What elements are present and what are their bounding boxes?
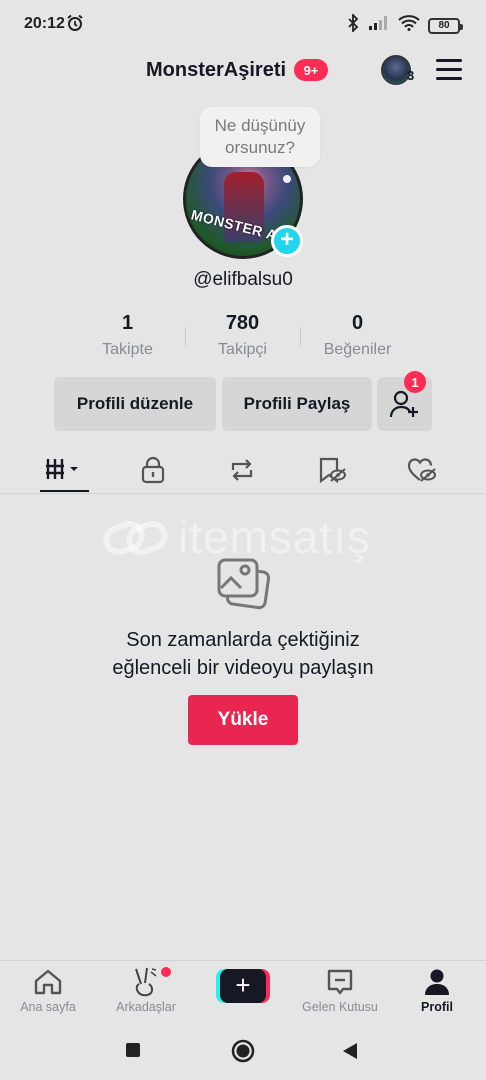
- empty-state-line-1: Son zamanlarda çektiğiniz: [126, 629, 360, 651]
- tab-reposts[interactable]: [212, 448, 272, 492]
- tab-favorites[interactable]: [302, 448, 362, 492]
- watermark-logo: [103, 520, 168, 556]
- tab-private[interactable]: [123, 448, 183, 492]
- stat-following[interactable]: 1 Takipte: [70, 312, 185, 364]
- share-profile-button[interactable]: Profili Paylaş: [222, 377, 372, 431]
- stat-value: 0: [351, 312, 364, 334]
- active-tab-indicator: [40, 490, 89, 492]
- alarm-icon: [66, 14, 84, 37]
- empty-state-message: Son zamanlarda çektiğiniz eğlenceli bir …: [0, 626, 486, 682]
- home-button[interactable]: [231, 1039, 255, 1068]
- bluetooth-icon: [346, 12, 360, 37]
- profile-handle: @elifbalsu0: [193, 269, 293, 290]
- stat-value: 780: [225, 312, 260, 334]
- lock-icon: [141, 456, 165, 484]
- nav-profile-label: Profil: [421, 1000, 453, 1014]
- content-tabs: [0, 448, 486, 494]
- nav-inbox-label: Gelen Kutusu: [302, 1000, 378, 1014]
- videos-grid-icon: [46, 459, 78, 479]
- create-plus: +: [220, 969, 266, 1003]
- tab-liked[interactable]: [392, 448, 452, 492]
- empty-state-line-2: eğlenceli bir videoyu paylaşın: [112, 657, 374, 679]
- profile-icon: [425, 969, 449, 995]
- liked-icon: [407, 458, 436, 482]
- add-friend-icon: [389, 390, 418, 418]
- favorites-icon: [319, 457, 346, 484]
- profile-stats: 1 Takipte 780 Takipçi 0 Beğeniler: [70, 312, 416, 364]
- system-navigation-bar: [0, 1022, 486, 1080]
- profile-header: MonsterAşireti 9+ 3: [0, 50, 486, 94]
- signal-icon: [368, 15, 390, 36]
- nav-home[interactable]: Ana sayfa: [0, 967, 96, 1014]
- stat-label: Takipte: [102, 341, 153, 358]
- status-bar: 20:12 80: [0, 0, 486, 50]
- stat-likes[interactable]: 0 Beğeniler: [300, 312, 415, 364]
- status-time: 20:12: [24, 15, 65, 32]
- nav-inbox[interactable]: Gelen Kutusu: [292, 967, 388, 1014]
- stat-label: Beğeniler: [323, 341, 392, 358]
- nav-friends-label: Arkadaşlar: [116, 1000, 176, 1014]
- repost-icon: [231, 459, 253, 481]
- photos-icon: [217, 558, 271, 610]
- upload-button[interactable]: Yükle: [188, 695, 298, 745]
- victory-hand-icon: [135, 967, 157, 997]
- bubble-tail: [283, 175, 291, 183]
- nav-home-label: Ana sayfa: [20, 1000, 76, 1014]
- edit-profile-button[interactable]: Profili düzenle: [54, 377, 216, 431]
- watermark-text: itemsatış: [178, 511, 372, 563]
- recents-button[interactable]: [125, 1042, 141, 1063]
- thoughts-bubble[interactable]: Ne düşünüy orsunuz?: [200, 107, 320, 167]
- home-icon: [34, 969, 62, 995]
- friends-notification-dot: [161, 967, 171, 977]
- notification-badge: 9+: [294, 59, 328, 81]
- account-count: 3: [407, 68, 415, 83]
- tab-videos[interactable]: [34, 448, 94, 492]
- bottom-navigation: Ana sayfa Arkadaşlar + Gelen Kutusu Prof…: [0, 960, 486, 1022]
- menu-icon[interactable]: [436, 59, 462, 81]
- bubble-line-1: Ne düşünüy: [214, 116, 306, 135]
- stat-followers[interactable]: 780 Takipçi: [185, 312, 300, 364]
- friend-request-badge: 1: [404, 371, 426, 393]
- create-button[interactable]: +: [216, 969, 270, 1003]
- nav-friends[interactable]: Arkadaşlar: [98, 967, 194, 1014]
- bubble-line-2: orsunuz?: [225, 138, 295, 157]
- wifi-icon: [398, 15, 420, 36]
- account-title[interactable]: MonsterAşireti: [146, 59, 286, 82]
- back-button[interactable]: [342, 1042, 358, 1065]
- stat-divider: [185, 327, 186, 347]
- stat-value: 1: [121, 312, 134, 334]
- inbox-icon: [327, 969, 353, 995]
- add-story-button[interactable]: +: [271, 225, 303, 257]
- battery-icon: 80: [428, 17, 463, 34]
- stat-divider: [300, 327, 301, 347]
- stat-label: Takipçi: [218, 341, 267, 358]
- nav-profile[interactable]: Profil: [389, 967, 485, 1014]
